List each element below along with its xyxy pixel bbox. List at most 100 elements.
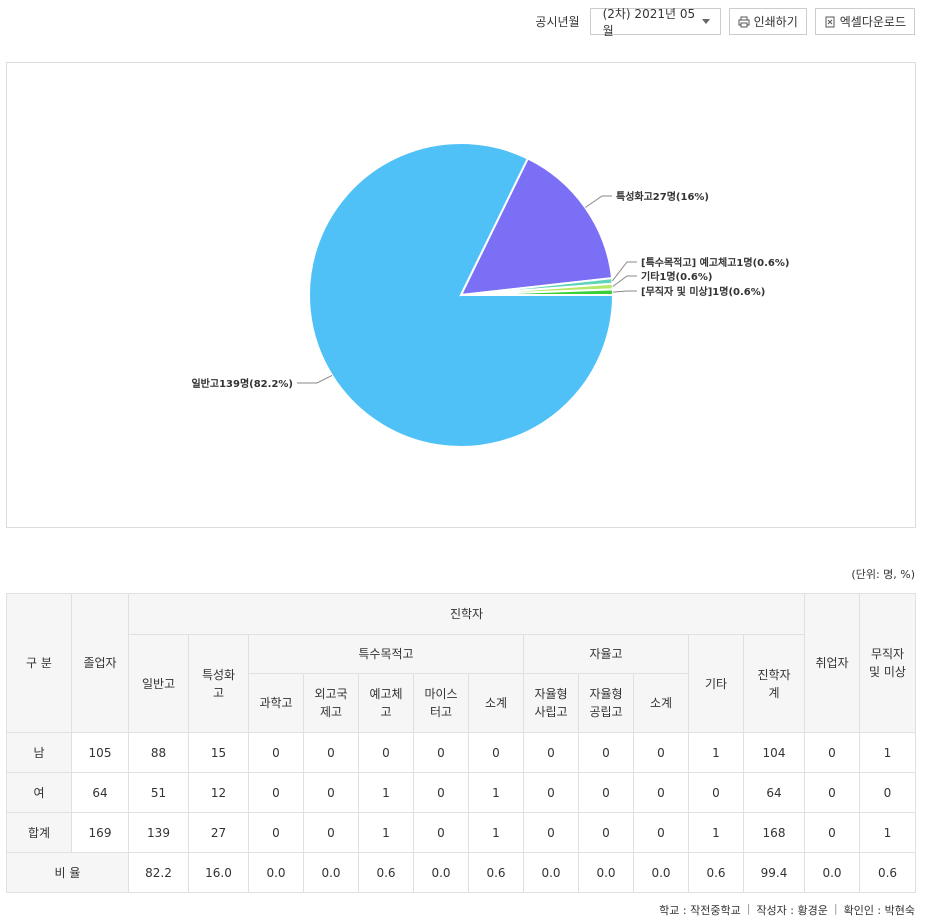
unit-label: (단위: 명, %) [851, 568, 915, 581]
toolbar: 공시년월 (2차) 2021년 05월 인쇄하기 엑셀다운로드 [535, 7, 915, 38]
table-cell: 0.0 [578, 852, 634, 893]
header-special: 특성화 고 [188, 634, 249, 733]
table-cell: 0 [578, 772, 634, 813]
table-cell: 0 [633, 812, 689, 853]
table-cell: 1 [859, 732, 916, 773]
table-cell: 82.2 [128, 852, 189, 893]
table-cell: 0.0 [523, 852, 579, 893]
print-label: 인쇄하기 [753, 15, 798, 29]
chevron-down-icon [701, 19, 710, 24]
header-unemployed: 무직자 및 미상 [859, 593, 916, 733]
table-cell: 1 [688, 812, 744, 853]
header-employed: 취업자 [804, 593, 860, 733]
footer-school: 학교 : 작전중학교 [659, 904, 741, 917]
leader-line [297, 374, 333, 384]
table-cell: 139 [128, 812, 189, 853]
footer: 학교 : 작전중학교 | 작성자 : 황경운 | 확인인 : 박현숙 [659, 902, 915, 918]
row-label: 여 [6, 772, 72, 813]
table-cell: 0.0 [303, 852, 359, 893]
header-special-purpose: 특수목적고 [248, 634, 524, 674]
table-cell: 0 [859, 772, 916, 813]
table-cell: 0 [578, 812, 634, 853]
table-cell: 1 [859, 812, 916, 853]
table-cell: 0.0 [804, 852, 860, 893]
table-cell: 0 [248, 732, 304, 773]
table-cell: 1 [688, 732, 744, 773]
table-cell: 169 [71, 812, 129, 853]
table-cell: 0 [688, 772, 744, 813]
table-cell: 64 [71, 772, 129, 813]
table-cell: 0 [358, 732, 414, 773]
header-arts: 예고체 고 [358, 673, 414, 733]
table-cell: 0.0 [633, 852, 689, 893]
year-select[interactable]: (2차) 2021년 05월 [589, 7, 721, 38]
header-other: 기타 [688, 634, 744, 733]
excel-file-icon [825, 16, 835, 27]
table-cell: 0 [303, 812, 359, 853]
table-cell: 0.6 [468, 852, 524, 893]
table-cell: 0 [804, 732, 860, 773]
leader-line [612, 290, 637, 293]
footer-writer: 작성자 : 황경운 [756, 904, 828, 917]
slice-label: 일반고139명(82.2%) [191, 377, 293, 390]
table-cell: 168 [743, 812, 805, 853]
header-advance-total: 진학자 계 [743, 634, 805, 733]
table-cell: 27 [188, 812, 249, 853]
chart-container: 일반고139명(82.2%) 특성화고27명(16%) [특수목적고] 예고체고1명… [6, 62, 916, 528]
slice-label: [특수목적고] 예고체고1명(0.6%) [641, 256, 789, 269]
slice-label: 특성화고27명(16%) [616, 190, 709, 203]
header-meister: 마이스 터고 [413, 673, 469, 733]
table-row: 합계 169 139 27 0 0 1 0 1 0 0 0 1 168 0 1 [6, 812, 916, 853]
excel-label: 엑셀다운로드 [839, 15, 906, 29]
table-cell: 12 [188, 772, 249, 813]
header-autonomous: 자율고 [523, 634, 689, 674]
print-button[interactable]: 인쇄하기 [728, 8, 807, 35]
table-cell: 1 [468, 772, 524, 813]
footer-confirmer: 확인인 : 박현숙 [843, 904, 915, 917]
row-label: 합계 [6, 812, 72, 853]
header-private: 자율형 사립고 [523, 673, 579, 733]
table-cell: 0 [413, 812, 469, 853]
header-gubun: 구 분 [6, 593, 72, 733]
header-science: 과학고 [248, 673, 304, 733]
table-cell: 0.0 [248, 852, 304, 893]
table-cell: 88 [128, 732, 189, 773]
table-cell: 51 [128, 772, 189, 813]
table-cell: 104 [743, 732, 805, 773]
header-graduates: 졸업자 [71, 593, 129, 733]
table-cell: 0.0 [413, 852, 469, 893]
table-row: 여 64 51 12 0 0 1 0 1 0 0 0 0 64 0 0 [6, 772, 916, 813]
table-cell: 1 [468, 812, 524, 853]
table-cell: 0 [523, 732, 579, 773]
table-cell: 99.4 [743, 852, 805, 893]
table-cell: 64 [743, 772, 805, 813]
table-cell: 0 [303, 732, 359, 773]
statistics-table: 구 분 졸업자 진학자 취업자 무직자 및 미상 일반고 특성화 고 특수목적고 자… [6, 593, 916, 893]
leader-line [585, 195, 612, 208]
slice-label: [무직자 및 미상]1명(0.6%) [641, 285, 765, 298]
table-cell: 0 [633, 732, 689, 773]
pie-chart: 일반고139명(82.2%) 특성화고27명(16%) [특수목적고] 예고체고1명… [191, 142, 789, 448]
table-cell: 0 [413, 772, 469, 813]
table-cell: 0 [804, 812, 860, 853]
year-select-value: (2차) 2021년 05월 [602, 6, 696, 38]
header-general: 일반고 [128, 634, 189, 733]
table-cell: 105 [71, 732, 129, 773]
excel-download-button[interactable]: 엑셀다운로드 [814, 8, 915, 35]
table-cell: 0 [523, 772, 579, 813]
table-cell: 0 [248, 772, 304, 813]
row-label: 비 율 [6, 852, 129, 893]
table-cell: 0 [468, 732, 524, 773]
header-subtotal-autonomous: 소계 [633, 673, 689, 733]
printer-icon [738, 16, 750, 27]
table-cell: 0.6 [358, 852, 414, 893]
table-cell: 0.6 [859, 852, 916, 893]
leader-line [612, 275, 637, 287]
table-cell: 1 [358, 812, 414, 853]
table-cell: 1 [358, 772, 414, 813]
table-cell: 0 [413, 732, 469, 773]
slice-label: 기타1명(0.6%) [641, 270, 712, 283]
table-cell: 0 [303, 772, 359, 813]
table-row: 비 율 82.2 16.0 0.0 0.0 0.6 0.0 0.6 0.0 0.0 0.0 0.6 99… [6, 852, 916, 893]
table-cell: 0 [633, 772, 689, 813]
